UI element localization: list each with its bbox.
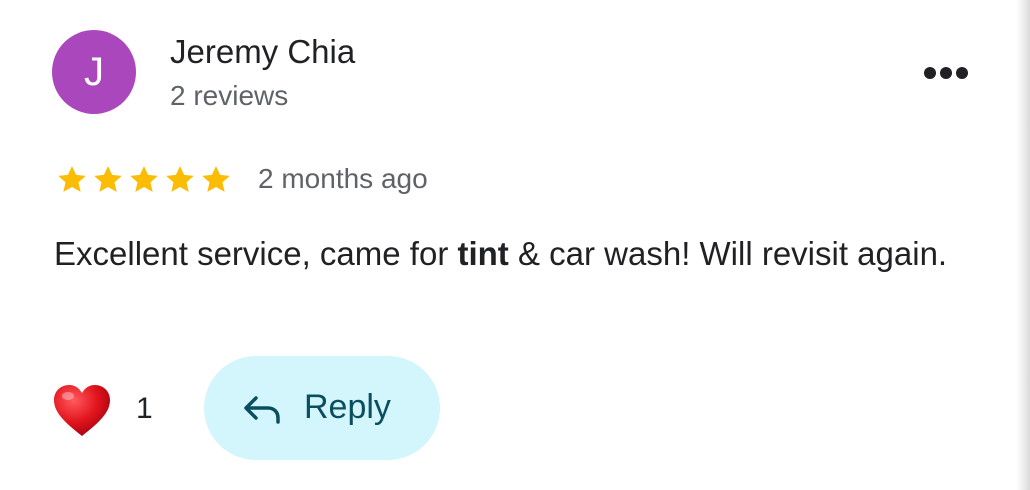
star-icon [58,166,86,192]
reply-button[interactable]: Reply [204,356,440,460]
reply-label: Reply [304,388,391,426]
review-text-end: & car wash! Will revisit again. [508,235,948,272]
like-button[interactable]: 1 [52,384,162,438]
author-reviews-count: 2 reviews [170,80,289,111]
star-icon [166,166,194,192]
star-icon [202,166,230,192]
rating-stars [54,163,234,197]
review-text: Excellent service, came for tint & car w… [54,228,994,279]
review-text-highlight: tint [457,235,509,272]
more-options-button[interactable] [916,55,976,91]
reply-arrow-icon [244,396,280,424]
review-text-start: Excellent service, came for [54,235,458,272]
author-name[interactable]: Jeremy Chia [170,33,355,71]
avatar[interactable]: J [52,30,136,114]
star-icon [94,166,122,192]
star-icon [130,166,158,192]
review-time: 2 months ago [258,163,428,194]
like-count: 1 [136,392,153,425]
more-horizontal-icon [924,67,968,79]
right-edge-shadow [1016,0,1030,490]
heart-icon [54,385,110,436]
